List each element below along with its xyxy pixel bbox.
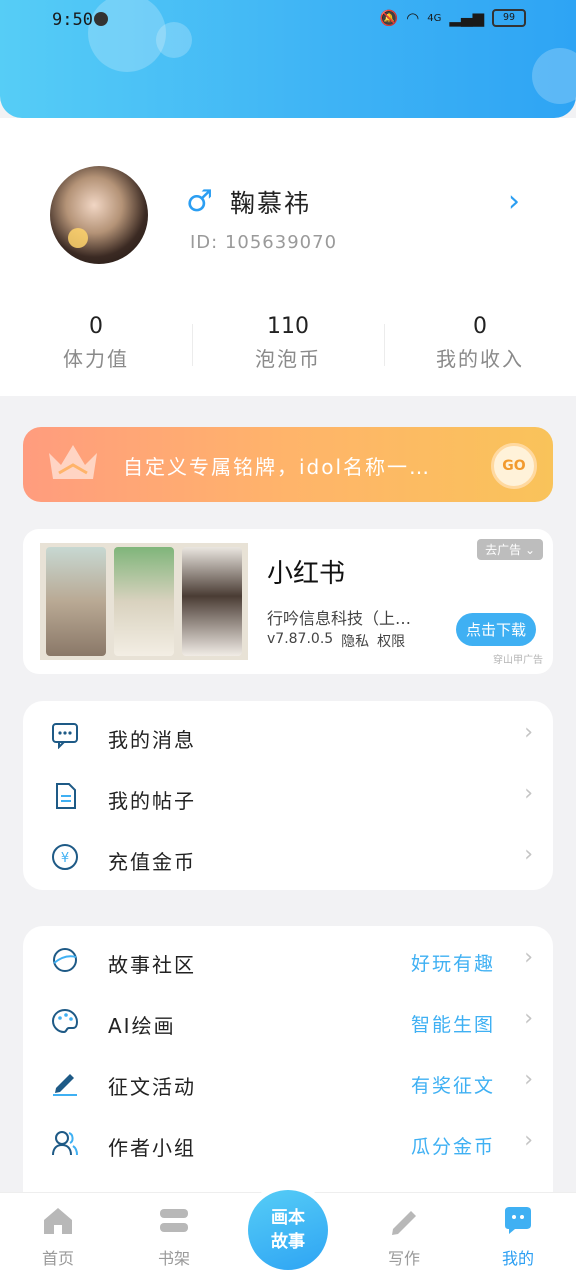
ad-version: v7.87.0.5 [267, 631, 334, 647]
mute-icon: 🔕 [379, 9, 399, 27]
ad-image-strip [40, 543, 248, 660]
stat-bubble-coins[interactable]: 110 泡泡币 [192, 314, 384, 384]
chevron-right-icon: › [524, 945, 533, 970]
stat-income[interactable]: 0 我的收入 [384, 314, 576, 384]
menu-label: 我的帖子 [108, 789, 196, 813]
menu-label: 征文活动 [108, 1075, 196, 1099]
signal-icon: ▂▄▆ [449, 9, 484, 27]
chevron-right-icon: › [524, 1067, 533, 1092]
status-time: 9:50 [52, 10, 93, 30]
tab-label: 我的 [501, 1249, 534, 1268]
stat-value: 0 [89, 314, 103, 339]
menu-hint: 好玩有趣 [410, 953, 495, 975]
user-id: ID: 105639070 [190, 232, 338, 253]
create-story-label: 画本 故事 [271, 1208, 305, 1252]
stat-label: 体力值 [63, 347, 129, 371]
chevron-right-icon: › [524, 1006, 533, 1031]
username[interactable]: 鞠慕祎 [230, 184, 311, 220]
tab-home[interactable]: 首页 [18, 1193, 98, 1280]
stat-value: 0 [473, 314, 487, 339]
menu-hint: 瓜分金币 [410, 1136, 495, 1158]
crown-icon [49, 445, 97, 479]
menu-label: 我的消息 [108, 728, 196, 752]
tab-write[interactable]: 写作 [364, 1193, 444, 1280]
chevron-right-icon: › [524, 720, 533, 745]
stat-stamina[interactable]: 0 体力值 [0, 314, 192, 384]
chevron-right-icon: › [524, 1128, 533, 1153]
stats-row: 0 体力值 110 泡泡币 0 我的收入 [0, 314, 576, 384]
tab-label: 写作 [387, 1249, 420, 1268]
chevron-right-icon: › [524, 781, 533, 806]
ad-download-button[interactable]: 点击下载 [455, 613, 536, 646]
menu-item-story-community[interactable]: 故事社区 好玩有趣 › [23, 930, 553, 991]
battery-level: 99 [502, 12, 516, 23]
menu-item-writing-contest[interactable]: 征文活动 有奖征文 › [23, 1052, 553, 1113]
status-bar: 9:50 🔕 ◠ 4G ▂▄▆ 99 [0, 0, 576, 42]
menu-card-secondary: 故事社区 好玩有趣 › AI绘画 智能生图 › 征文活动 有奖征文 › 作者小组… [23, 926, 553, 1226]
write-icon [392, 1211, 416, 1235]
group-icon [52, 1131, 78, 1156]
notification-icon [94, 12, 108, 26]
menu-label: AI绘画 [108, 1014, 176, 1038]
menu-item-messages[interactable]: 我的消息 › [23, 705, 553, 766]
ad-title: 小红书 [267, 559, 346, 589]
palette-icon [51, 1008, 79, 1034]
menu-item-recharge[interactable]: ¥ 充值金币 › [23, 827, 553, 888]
menu-item-author-group[interactable]: 作者小组 瓜分金币 › [23, 1113, 553, 1174]
menu-label: 作者小组 [108, 1136, 196, 1160]
stat-label: 泡泡币 [255, 347, 321, 371]
menu-label: 充值金币 [108, 850, 196, 874]
go-button[interactable]: GO [491, 443, 537, 489]
remove-ad-button[interactable]: 去广告 ⌄ [477, 539, 543, 560]
pen-icon [53, 1074, 77, 1096]
wifi-icon: ◠ [406, 9, 420, 27]
ad-card[interactable]: 小红书 行吟信息科技（上… v7.87.0.5 隐私 权限 去广告 ⌄ 点击下载… [23, 529, 553, 674]
nameplate-banner[interactable]: 自定义专属铭牌，idol名称一… GO [23, 427, 553, 502]
coin-icon: ¥ [52, 844, 78, 870]
ad-source: 穿山甲广告 [493, 655, 543, 666]
stat-value: 110 [267, 314, 309, 339]
battery-icon: 99 [492, 9, 526, 27]
ad-company: 行吟信息科技（上… [267, 609, 412, 628]
tab-bookshelf[interactable]: 书架 [134, 1193, 214, 1280]
chevron-right-icon: › [524, 842, 533, 867]
create-story-button[interactable]: 画本 故事 [248, 1190, 328, 1270]
network-label: 4G [427, 12, 442, 24]
decorative-bubble [532, 48, 576, 104]
profile-card: ♂ 鞠慕祎 ID: 105639070 › 0 体力值 110 泡泡币 0 我的… [0, 118, 576, 396]
tab-me[interactable]: 我的 [478, 1193, 558, 1280]
stat-label: 我的收入 [436, 347, 524, 371]
planet-icon [53, 948, 77, 972]
ad-image [182, 547, 242, 656]
tab-label: 书架 [157, 1249, 190, 1268]
ad-meta: v7.87.0.5 隐私 权限 [267, 631, 405, 651]
avatar[interactable] [50, 166, 148, 264]
ad-image [46, 547, 106, 656]
profile-chevron-icon[interactable]: › [508, 184, 520, 219]
ad-permissions-link[interactable]: 权限 [377, 631, 405, 651]
svg-text:¥: ¥ [61, 851, 69, 866]
home-icon [44, 1208, 72, 1234]
banner-text: 自定义专属铭牌，idol名称一… [123, 455, 432, 479]
avatar-light [68, 228, 88, 248]
remove-ad-label: 去广告 [485, 543, 522, 557]
profile-chat-icon [505, 1207, 531, 1234]
male-icon: ♂ [186, 184, 213, 219]
status-icons: 🔕 ◠ 4G ▂▄▆ 99 [379, 9, 526, 27]
menu-item-posts[interactable]: 我的帖子 › [23, 766, 553, 827]
menu-card-primary: 我的消息 › 我的帖子 › ¥ 充值金币 › [23, 701, 553, 890]
menu-hint: 智能生图 [410, 1014, 495, 1036]
bookshelf-icon [160, 1209, 188, 1232]
menu-label: 故事社区 [108, 953, 196, 977]
ad-image [114, 547, 174, 656]
tab-label: 首页 [41, 1249, 74, 1268]
document-icon [56, 783, 76, 809]
ad-privacy-link[interactable]: 隐私 [341, 631, 369, 651]
message-icon [52, 723, 78, 749]
menu-item-ai-painting[interactable]: AI绘画 智能生图 › [23, 991, 553, 1052]
menu-hint: 有奖征文 [410, 1075, 495, 1097]
